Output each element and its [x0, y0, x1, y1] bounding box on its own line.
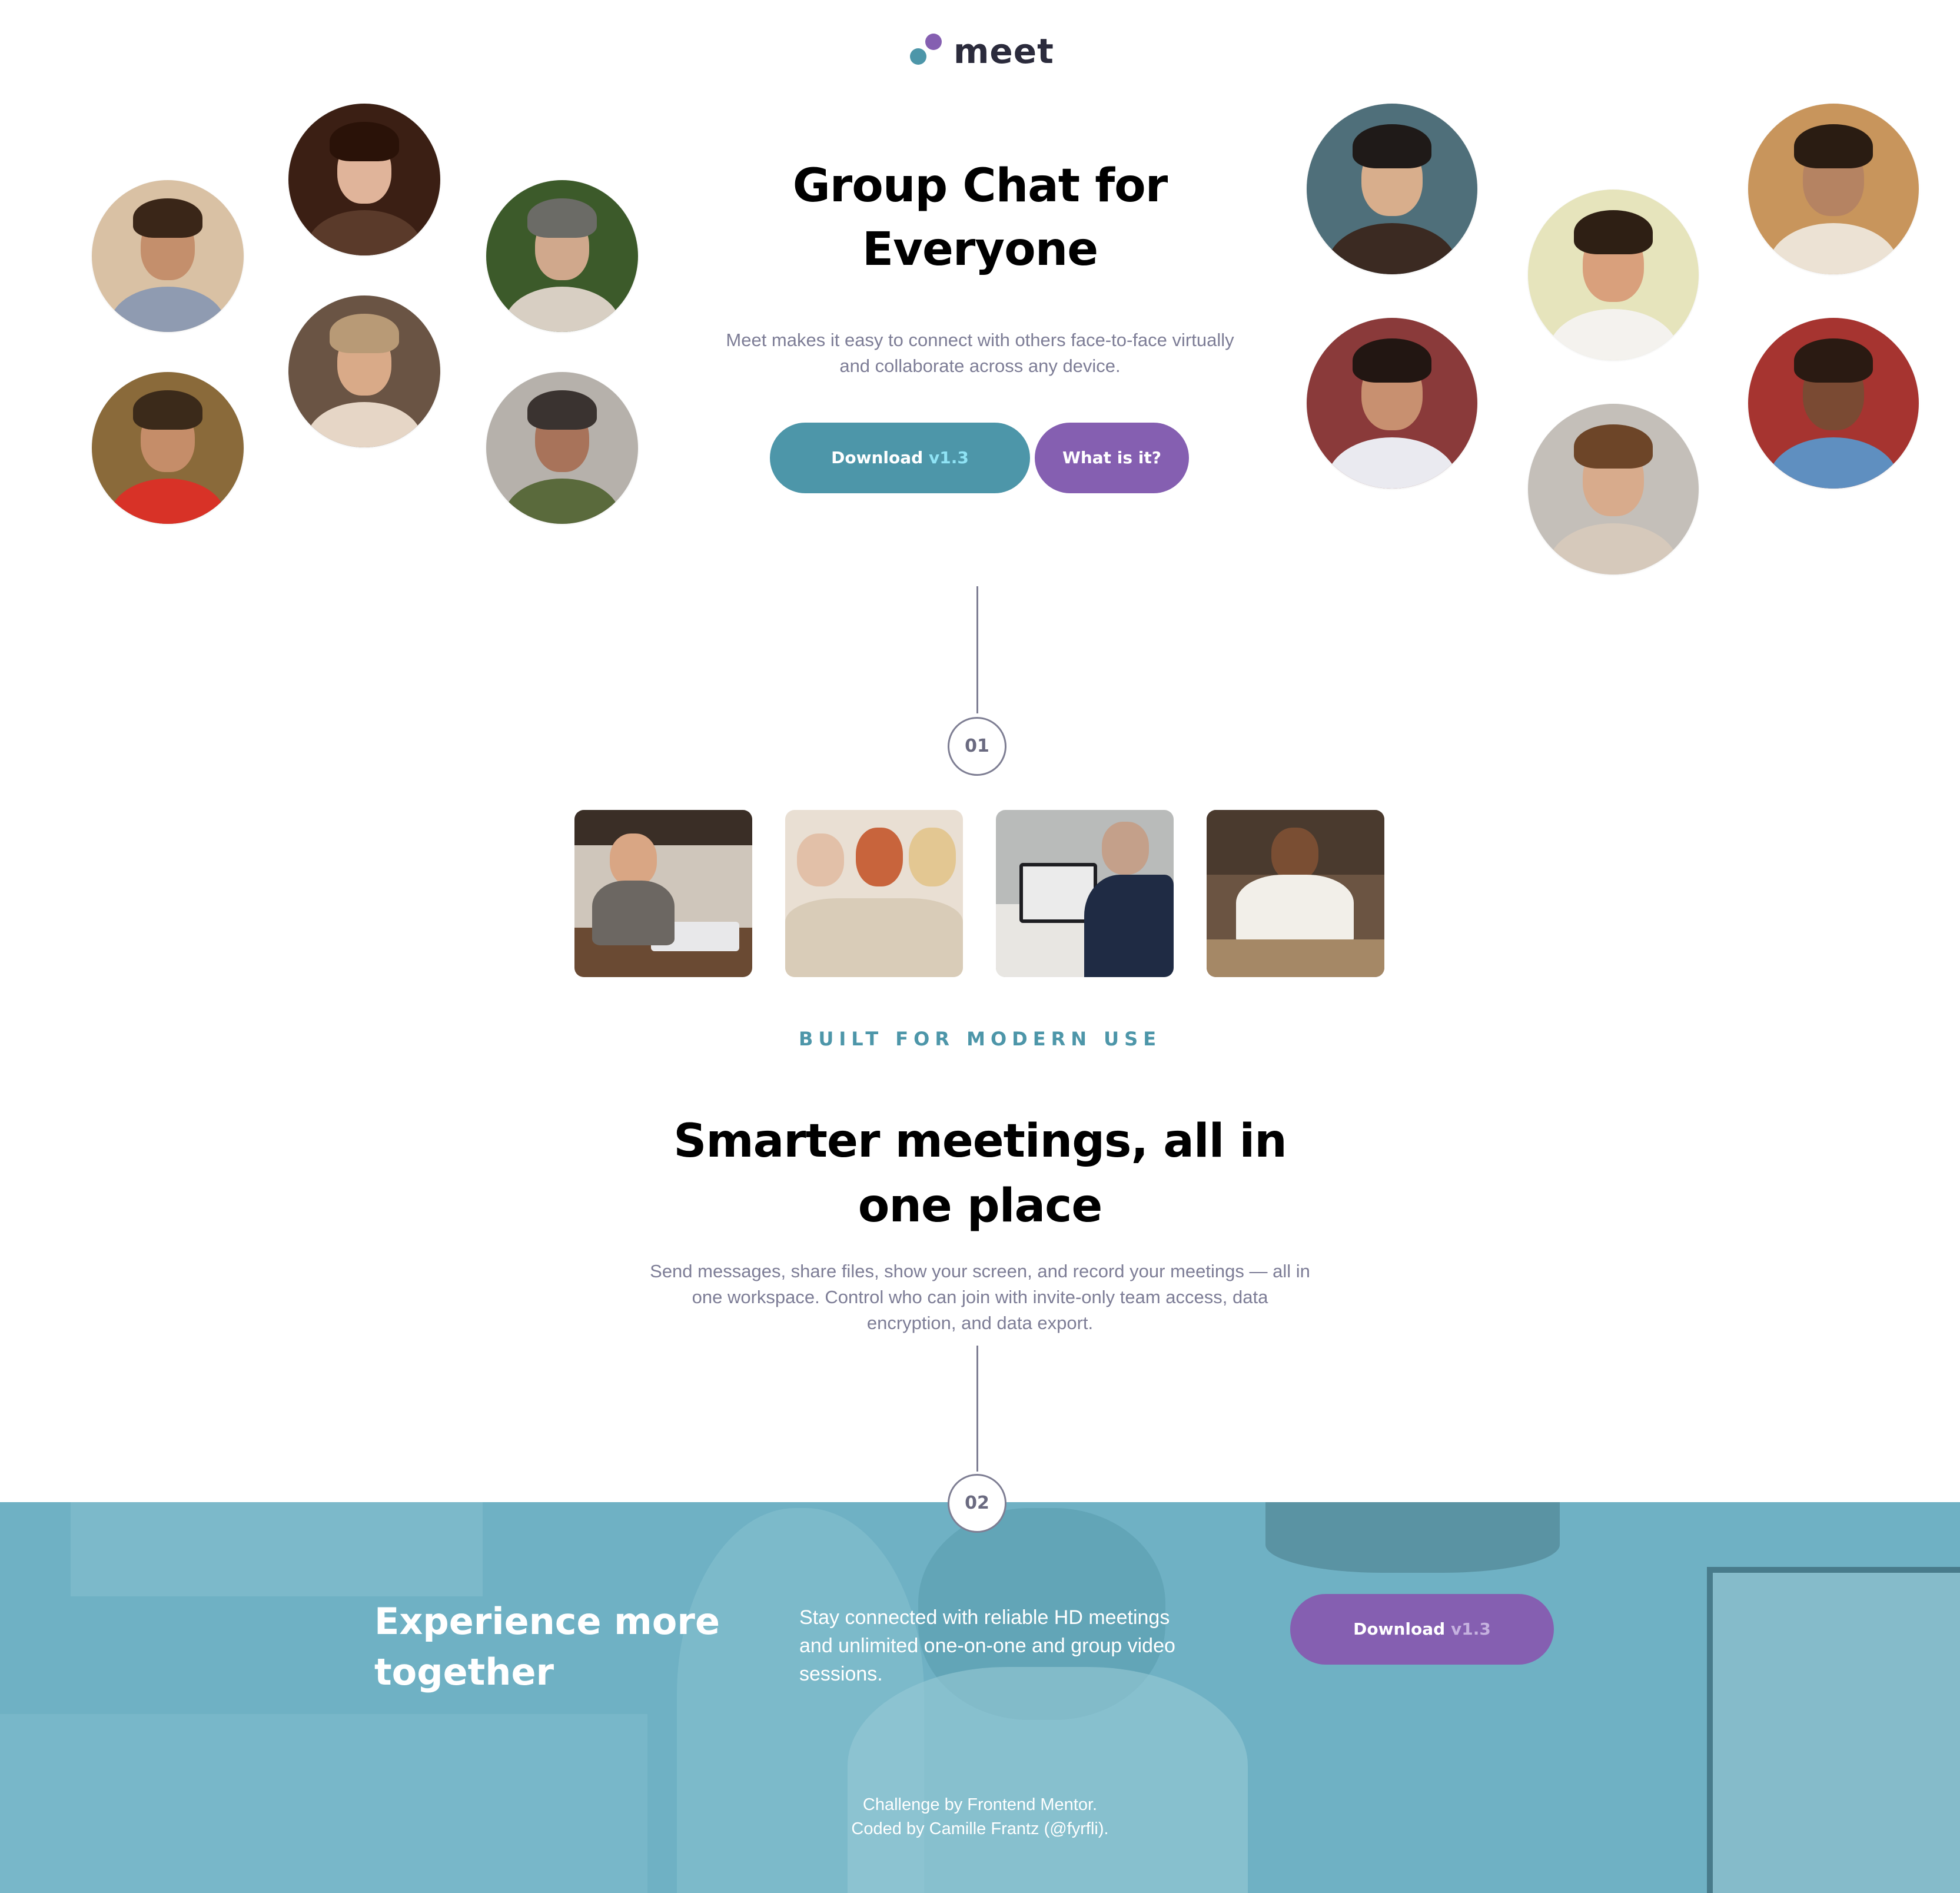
- hero-title: Group Chat for Everyone: [718, 154, 1242, 281]
- download-button[interactable]: Download v1.3: [770, 423, 1030, 493]
- what-is-it-button[interactable]: What is it?: [1035, 423, 1189, 493]
- avatar-right-4: [1307, 318, 1477, 489]
- footer-download-button[interactable]: Download v1.3: [1290, 1594, 1554, 1665]
- band-bg-shelf: [71, 1502, 483, 1596]
- attribution-line-2[interactable]: Coded by Camille Frantz (@fyrfli).: [851, 1819, 1108, 1838]
- avatar-left-6: [486, 372, 638, 524]
- step-02-badge: 02: [948, 1474, 1006, 1533]
- avatar-left-1: [92, 180, 244, 332]
- meet-logo[interactable]: meet: [909, 31, 1056, 72]
- band-description: Stay connected with reliable HD meetings…: [799, 1603, 1223, 1688]
- step-01-number: 01: [965, 736, 989, 756]
- band-bg-floor: [0, 1714, 647, 1893]
- download-button-label: Download: [831, 448, 923, 467]
- footer-download-version: v1.3: [1450, 1619, 1491, 1639]
- band-desc-line-1: Stay connected with reliable HD meetings: [799, 1606, 1170, 1629]
- step-connector-line-1: [976, 586, 978, 713]
- avatar-left-2: [288, 104, 440, 255]
- hero-title-line-1: Group Chat for: [792, 160, 1168, 212]
- man-phone-photo: [1207, 810, 1384, 977]
- section-desc-line-3: encryption, and data export.: [866, 1313, 1094, 1333]
- band-title: Experience more together: [374, 1596, 751, 1698]
- band-title-line-2: together: [374, 1650, 554, 1693]
- avatar-right-3: [1748, 104, 1919, 274]
- landing-page: meet Group Chat for Everyone Meet makes …: [0, 0, 1960, 1893]
- footer-download-label: Download: [1353, 1619, 1446, 1639]
- video-call-laptop-photo: [996, 810, 1174, 977]
- section-description: Send messages, share files, show your sc…: [642, 1258, 1318, 1336]
- hero-desc-line-2: and collaborate across any device.: [839, 356, 1121, 376]
- attribution: Challenge by Frontend Mentor. Coded by C…: [745, 1793, 1215, 1841]
- avatar-right-6: [1748, 318, 1919, 489]
- avatar-left-5: [288, 295, 440, 447]
- section-title-line-1: Smarter meetings, all in: [673, 1115, 1287, 1168]
- logo-dot-teal: [910, 48, 926, 65]
- section-title: Smarter meetings, all in one place: [656, 1109, 1304, 1238]
- avatar-left-3: [486, 180, 638, 332]
- band-bg-frame: [1707, 1567, 1960, 1893]
- step-01-badge: 01: [948, 717, 1006, 776]
- women-phone-photo: [785, 810, 963, 977]
- logo-wordmark: meet: [954, 31, 1054, 71]
- section-eyebrow: BUILT FOR MODERN USE: [798, 1028, 1162, 1050]
- attribution-line-1[interactable]: Challenge by Frontend Mentor.: [863, 1795, 1097, 1814]
- band-title-line-1: Experience more: [374, 1600, 720, 1643]
- hero-title-line-2: Everyone: [862, 223, 1098, 276]
- band-bg-person-body: [848, 1667, 1248, 1893]
- hero-description: Meet makes it easy to connect with other…: [700, 327, 1260, 379]
- avatar-right-5: [1528, 404, 1699, 574]
- avatar-right-1: [1307, 104, 1477, 274]
- section-title-line-2: one place: [858, 1180, 1103, 1233]
- logo-dot-purple: [925, 34, 942, 50]
- band-bg-dark-corner: [1265, 1502, 1560, 1573]
- section-desc-line-2: one workspace. Control who can join with…: [692, 1287, 1268, 1307]
- download-button-version: v1.3: [928, 448, 969, 467]
- avatar-left-4: [92, 372, 244, 524]
- woman-laptop-kitchen-photo: [574, 810, 752, 977]
- avatar-right-2: [1528, 190, 1699, 360]
- step-connector-line-2: [976, 1346, 978, 1472]
- section-desc-line-1: Send messages, share files, show your sc…: [650, 1261, 1310, 1281]
- hero-desc-line-1: Meet makes it easy to connect with other…: [726, 330, 1234, 350]
- what-is-it-label: What is it?: [1062, 448, 1162, 467]
- step-02-number: 02: [965, 1493, 989, 1513]
- band-desc-line-2: and unlimited one-on-one and group video: [799, 1635, 1175, 1657]
- band-desc-line-3: sessions.: [799, 1663, 883, 1685]
